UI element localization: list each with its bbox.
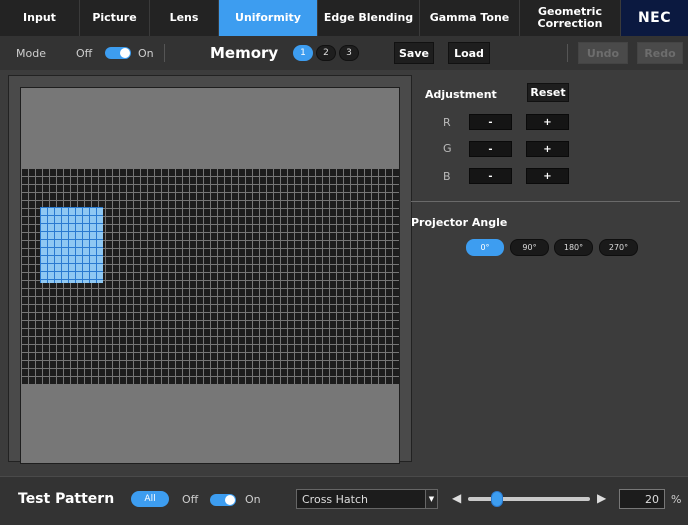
channel-g-label: G <box>443 142 452 155</box>
tab-input[interactable]: Input <box>0 0 80 36</box>
toolbar: Mode Off On Memory 1 2 3 Save Load Undo … <box>0 36 688 70</box>
tab-gamma-tone[interactable]: Gamma Tone <box>420 0 520 36</box>
channel-b-label: B <box>443 170 451 183</box>
angle-90-button[interactable]: 90° <box>510 239 549 256</box>
toolbar-divider <box>164 44 165 62</box>
angle-0-button[interactable]: 0° <box>466 239 504 256</box>
increase-triangle-icon[interactable]: ▶ <box>597 491 606 505</box>
r-minus-button[interactable]: - <box>469 114 512 130</box>
save-button[interactable]: Save <box>394 42 434 64</box>
tab-geometric-correction[interactable]: Geometric Correction <box>520 0 621 36</box>
brand-logo: NEC <box>621 0 688 36</box>
mode-off-label: Off <box>76 46 93 60</box>
undo-button[interactable]: Undo <box>578 42 628 64</box>
adjustment-title: Adjustment <box>425 88 497 101</box>
r-plus-button[interactable]: + <box>526 114 569 130</box>
tab-edge-blending[interactable]: Edge Blending <box>318 0 420 36</box>
mode-toggle[interactable] <box>105 47 131 59</box>
memory-slot-3[interactable]: 3 <box>339 45 359 61</box>
g-plus-button[interactable]: + <box>526 141 569 157</box>
g-minus-button[interactable]: - <box>469 141 512 157</box>
percent-unit-label: % <box>671 493 682 506</box>
decrease-triangle-icon[interactable]: ◀ <box>452 491 461 505</box>
selected-grid-region[interactable] <box>40 207 103 283</box>
test-pattern-title: Test Pattern <box>18 491 115 507</box>
projector-angle-title: Projector Angle <box>411 216 508 229</box>
b-minus-button[interactable]: - <box>469 168 512 184</box>
memory-title: Memory <box>210 44 279 62</box>
test-pattern-off-label: Off <box>182 493 199 506</box>
test-pattern-all-button[interactable]: All <box>131 491 169 507</box>
test-pattern-toggle[interactable] <box>210 494 236 506</box>
mode-on-label: On <box>138 46 154 60</box>
b-plus-button[interactable]: + <box>526 168 569 184</box>
chevron-down-icon[interactable]: ▼ <box>425 490 437 508</box>
uniformity-preview <box>20 87 400 464</box>
pattern-level-input[interactable]: 20 <box>619 489 665 509</box>
redo-button[interactable]: Redo <box>637 42 683 64</box>
angle-270-button[interactable]: 270° <box>599 239 638 256</box>
memory-slot-2[interactable]: 2 <box>316 45 336 61</box>
pattern-select-value: Cross Hatch <box>302 492 368 506</box>
panel-divider <box>411 201 680 202</box>
toolbar-divider-2 <box>567 44 568 62</box>
channel-r-label: R <box>443 116 451 129</box>
load-button[interactable]: Load <box>448 42 490 64</box>
memory-slot-1[interactable]: 1 <box>293 45 313 61</box>
angle-180-button[interactable]: 180° <box>554 239 593 256</box>
tab-lens[interactable]: Lens <box>150 0 219 36</box>
pattern-select[interactable]: Cross Hatch ▼ <box>296 489 438 509</box>
tab-uniformity[interactable]: Uniformity <box>219 0 318 36</box>
reset-button[interactable]: Reset <box>527 83 569 102</box>
pattern-level-slider-thumb[interactable] <box>491 491 503 507</box>
test-pattern-on-label: On <box>245 493 261 506</box>
mode-label: Mode <box>16 46 46 60</box>
pattern-level-slider-track[interactable] <box>468 497 590 501</box>
tab-picture[interactable]: Picture <box>80 0 150 36</box>
tab-bar: Input Picture Lens Uniformity Edge Blend… <box>0 0 688 36</box>
